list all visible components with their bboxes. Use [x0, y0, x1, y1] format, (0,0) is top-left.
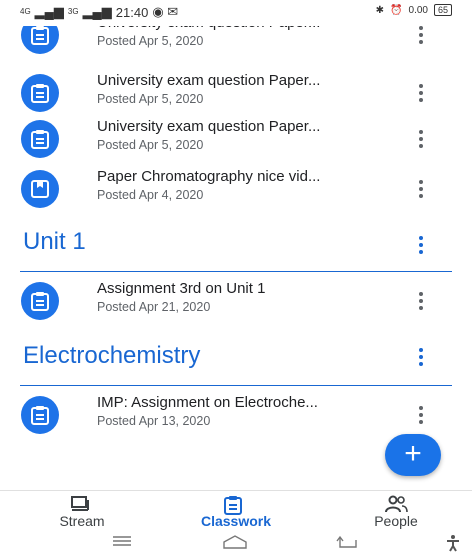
signal-4g-label: 4G — [20, 7, 31, 16]
status-bar: 4G ▂▄▆ 3G ▂▄▆ 21:40 ◉ ✉ ✱ ⏰ 0.00 65 — [0, 0, 472, 26]
people-icon — [385, 495, 408, 513]
signal-icon: ▂▄▆ — [34, 4, 64, 19]
material-icon — [21, 170, 59, 208]
nav-people[interactable]: People — [336, 491, 456, 533]
topic-options-icon[interactable] — [414, 232, 428, 258]
item-title: University exam question Paper... — [97, 72, 321, 89]
accessibility-icon[interactable] — [445, 534, 461, 557]
more-options-icon[interactable] — [414, 176, 428, 202]
back-icon[interactable] — [336, 534, 358, 555]
bluetooth-icon: ✱ — [375, 4, 385, 16]
bottom-navigation: Stream Classwork People — [0, 490, 472, 533]
item-date: Posted Apr 21, 2020 — [97, 300, 211, 314]
more-options-icon[interactable] — [414, 402, 428, 428]
assignment-icon — [21, 120, 59, 158]
battery-indicator: 65 — [433, 4, 452, 16]
item-title: Assignment 3rd on Unit 1 — [97, 280, 266, 297]
clock: 21:40 — [115, 4, 149, 20]
network-speed: 0.00 — [408, 4, 428, 16]
item-date: Posted Apr 5, 2020 — [97, 34, 204, 48]
more-options-icon[interactable] — [414, 126, 428, 152]
topic-title: Unit 1 — [23, 228, 86, 255]
item-date: Posted Apr 13, 2020 — [97, 414, 211, 428]
nav-classwork[interactable]: Classwork — [176, 491, 296, 533]
assignment-icon — [21, 396, 59, 434]
item-title: IMP: Assignment on Electroche... — [97, 394, 318, 411]
assignment-icon — [21, 74, 59, 112]
signal-icon-2: ▂▄▆ — [82, 4, 112, 19]
alarm-icon: ⏰ — [390, 4, 403, 16]
topic-divider — [20, 271, 452, 272]
nav-stream[interactable]: Stream — [22, 491, 142, 533]
topic-options-icon[interactable] — [414, 344, 428, 370]
home-icon[interactable] — [222, 534, 248, 555]
list-item[interactable]: Assignment 3rd on Unit 1 Posted Apr 21, … — [0, 276, 472, 332]
assignment-icon — [21, 282, 59, 320]
menu-icon[interactable] — [112, 534, 132, 553]
list-item[interactable]: Paper Chromatography nice vid... Posted … — [0, 164, 472, 220]
list-item[interactable]: University exam question Paper... Posted… — [0, 114, 472, 170]
item-title: Paper Chromatography nice vid... — [97, 168, 321, 185]
topic-header-unit-1: Unit 1 — [0, 222, 472, 272]
topic-divider — [20, 385, 452, 386]
nav-label: Classwork — [200, 513, 272, 529]
create-button[interactable]: + — [385, 434, 441, 476]
system-navigation — [0, 532, 472, 560]
signal-3g-label: 3G — [67, 7, 79, 16]
nav-label: Stream — [59, 513, 105, 529]
item-title: University exam question Paper... — [97, 118, 321, 135]
more-options-icon[interactable] — [414, 288, 428, 314]
notification-icon: ◉ ✉ — [152, 4, 179, 19]
topic-title: Electrochemistry — [23, 342, 201, 369]
item-date: Posted Apr 5, 2020 — [97, 138, 204, 152]
item-date: Posted Apr 5, 2020 — [97, 92, 204, 106]
stream-icon — [71, 496, 89, 511]
more-options-icon[interactable] — [414, 80, 428, 106]
classwork-icon — [224, 496, 242, 515]
topic-header-electrochemistry: Electrochemistry — [0, 336, 472, 386]
item-date: Posted Apr 4, 2020 — [97, 188, 204, 202]
nav-label: People — [374, 513, 418, 529]
